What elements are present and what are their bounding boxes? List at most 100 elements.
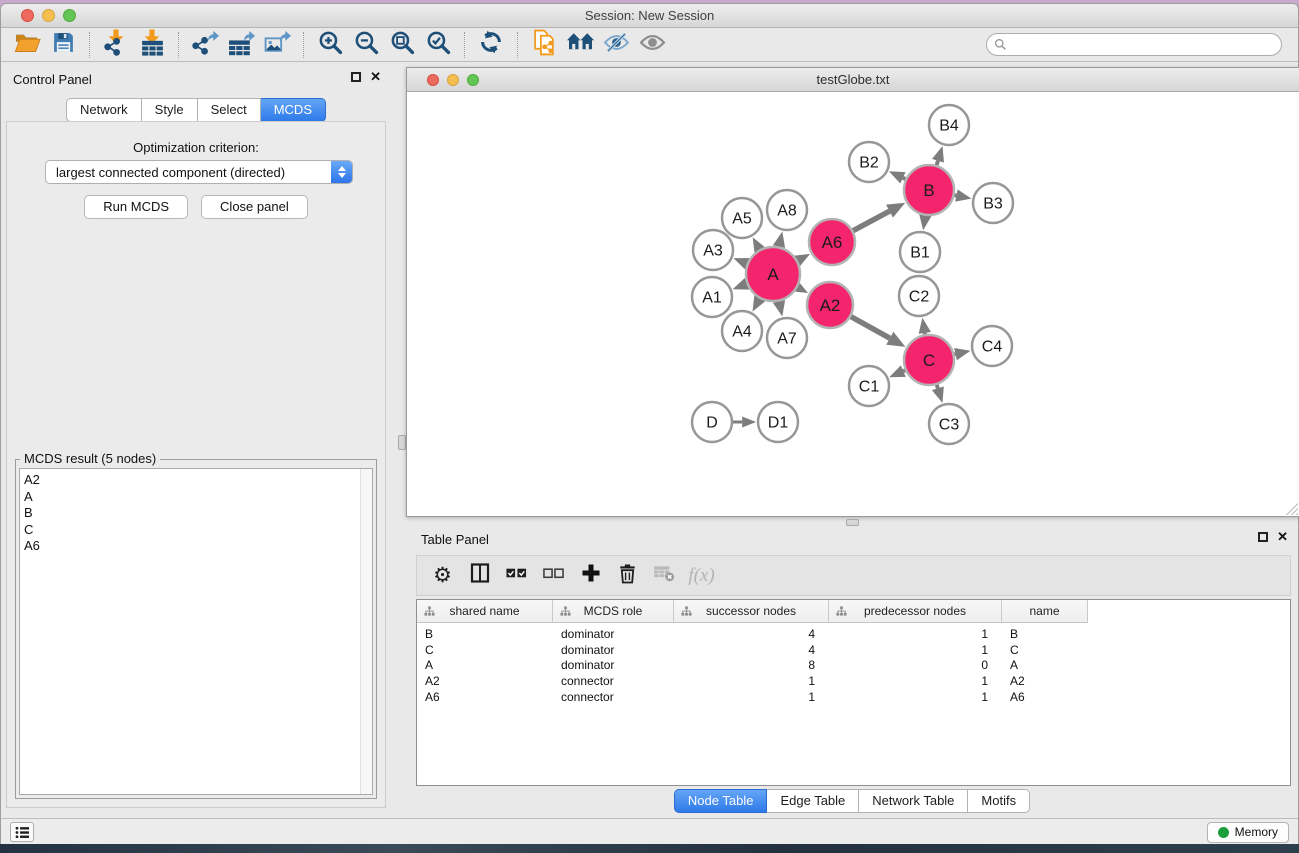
node-B2[interactable]: B2 — [849, 142, 889, 182]
table-tab-motifs[interactable]: Motifs — [968, 789, 1030, 813]
hide-graphics-details-button[interactable] — [598, 30, 634, 60]
delete-columns-button[interactable] — [614, 562, 641, 590]
table-cell[interactable]: 0 — [829, 658, 1002, 672]
edge-C-C4[interactable] — [954, 348, 970, 360]
net-zoom-button[interactable] — [467, 74, 479, 86]
result-list-scrollbar[interactable] — [360, 469, 372, 794]
table-tab-network-table[interactable]: Network Table — [859, 789, 968, 813]
show-home-button[interactable] — [562, 30, 598, 60]
resize-grip[interactable] — [1286, 503, 1298, 515]
table-row[interactable]: A6connector11A6 — [417, 689, 1290, 705]
node-A1[interactable]: A1 — [692, 277, 732, 317]
table-cell[interactable]: 1 — [674, 690, 829, 704]
result-list-item[interactable]: B — [20, 505, 372, 522]
divider-handle[interactable] — [398, 435, 406, 450]
node-A5[interactable]: A5 — [722, 198, 762, 238]
table-cell[interactable]: A — [1002, 658, 1088, 672]
table-cell[interactable]: A — [417, 658, 553, 672]
column-header-successor-nodes[interactable]: successor nodes — [674, 600, 829, 622]
node-B3[interactable]: B3 — [973, 183, 1013, 223]
table-cell[interactable]: dominator — [553, 643, 674, 657]
mcds-result-list[interactable]: A2ABCA6 — [19, 468, 373, 795]
node-A3[interactable]: A3 — [693, 230, 733, 270]
table-cell[interactable]: 4 — [674, 627, 829, 641]
search-input[interactable] — [986, 33, 1282, 56]
node-A[interactable]: A — [746, 247, 800, 301]
node-A7[interactable]: A7 — [767, 318, 807, 358]
float-panel-icon[interactable] — [1258, 532, 1268, 542]
create-column-button[interactable] — [577, 562, 604, 590]
node-C1[interactable]: C1 — [849, 366, 889, 406]
export-image-button[interactable] — [259, 30, 295, 60]
table-cell[interactable]: connector — [553, 690, 674, 704]
edge-B-B3[interactable] — [954, 189, 971, 201]
close-window-button[interactable] — [21, 9, 34, 22]
show-graphics-details-button[interactable] — [634, 30, 670, 60]
table-row[interactable]: Adominator80A — [417, 658, 1290, 674]
node-A6[interactable]: A6 — [809, 219, 855, 265]
table-cell[interactable]: 1 — [829, 674, 1002, 688]
table-cell[interactable]: A6 — [1002, 690, 1088, 704]
edge-B-B1[interactable] — [919, 214, 931, 230]
table-cell[interactable]: A6 — [417, 690, 553, 704]
edge-C-C1[interactable] — [889, 365, 906, 377]
result-list-item[interactable]: A2 — [20, 472, 372, 489]
zoom-selected-button[interactable] — [420, 30, 456, 60]
open-session-button[interactable] — [9, 30, 45, 60]
column-header-shared-name[interactable]: shared name — [417, 600, 553, 622]
table-tab-node-table[interactable]: Node Table — [674, 789, 768, 813]
table-cell[interactable]: A2 — [417, 674, 553, 688]
node-A4[interactable]: A4 — [722, 311, 762, 351]
table-cell[interactable]: dominator — [553, 627, 674, 641]
table-cell[interactable]: 1 — [829, 690, 1002, 704]
table-row[interactable]: Bdominator41B — [417, 626, 1290, 642]
table-settings-button[interactable]: ⚙ — [429, 562, 456, 590]
table-cell[interactable]: A2 — [1002, 674, 1088, 688]
minimize-window-button[interactable] — [42, 9, 55, 22]
edge-D-D1[interactable] — [733, 417, 756, 428]
task-history-button[interactable] — [10, 822, 34, 842]
column-header-MCDS-role[interactable]: MCDS role — [553, 600, 674, 622]
result-list-item[interactable]: A — [20, 489, 372, 506]
zoom-fit-button[interactable] — [384, 30, 420, 60]
horizontal-split-divider[interactable] — [406, 517, 1298, 525]
net-close-button[interactable] — [427, 74, 439, 86]
table-tab-edge-table[interactable]: Edge Table — [767, 789, 859, 813]
node-B4[interactable]: B4 — [929, 105, 969, 145]
new-network-from-file-button[interactable] — [526, 30, 562, 60]
control-tab-select[interactable]: Select — [198, 98, 261, 122]
node-A2[interactable]: A2 — [807, 282, 853, 328]
refresh-button[interactable] — [473, 30, 509, 60]
export-table-button[interactable] — [223, 30, 259, 60]
node-D1[interactable]: D1 — [758, 402, 798, 442]
table-cell[interactable]: connector — [553, 674, 674, 688]
node-C[interactable]: C — [904, 335, 954, 385]
edge-C-C2[interactable] — [919, 318, 931, 335]
column-header-name[interactable]: name — [1002, 600, 1088, 622]
optimization-criterion-dropdown[interactable]: largest connected component (directed) — [45, 160, 353, 184]
edge-B-B4[interactable] — [932, 146, 944, 165]
network-window-titlebar[interactable]: testGlobe.txt — [407, 68, 1299, 92]
node-A8[interactable]: A8 — [767, 190, 807, 230]
import-network-button[interactable] — [98, 30, 134, 60]
vertical-split-divider[interactable] — [391, 65, 406, 818]
edge-A6-B[interactable] — [853, 203, 905, 231]
table-cell[interactable]: 4 — [674, 643, 829, 657]
export-network-button[interactable] — [187, 30, 223, 60]
close-panel-icon[interactable]: ✕ — [1277, 532, 1288, 542]
show-columns-button[interactable] — [466, 562, 493, 590]
import-table-button[interactable] — [134, 30, 170, 60]
result-list-item[interactable]: A6 — [20, 538, 372, 555]
edge-A2-C[interactable] — [851, 317, 905, 347]
unselect-all-columns-button[interactable] — [540, 562, 567, 590]
table-row[interactable]: Cdominator41C — [417, 642, 1290, 658]
table-cell[interactable]: 1 — [674, 674, 829, 688]
run-mcds-button[interactable]: Run MCDS — [84, 195, 188, 219]
close-panel-icon[interactable]: ✕ — [370, 72, 381, 82]
edge-B-B2[interactable] — [889, 171, 906, 183]
result-list-item[interactable]: C — [20, 522, 372, 539]
float-panel-icon[interactable] — [351, 72, 361, 82]
table-cell[interactable]: 1 — [829, 627, 1002, 641]
table-cell[interactable]: 1 — [829, 643, 1002, 657]
table-cell[interactable]: B — [1002, 627, 1088, 641]
